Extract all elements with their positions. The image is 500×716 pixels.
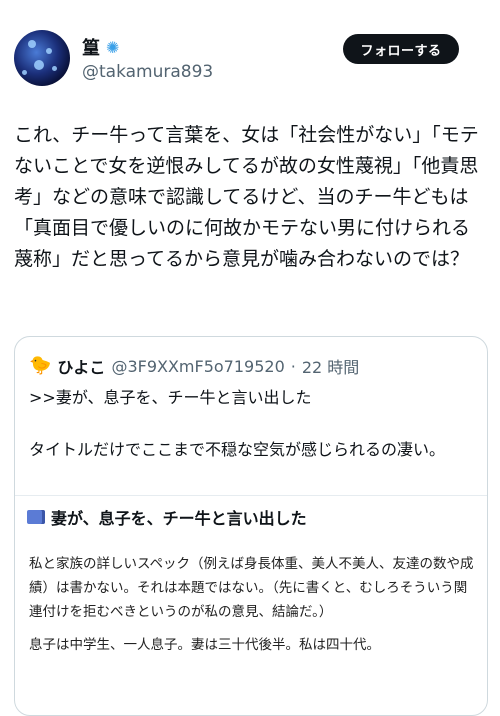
- meta-separator: ·: [290, 356, 296, 376]
- quoted-tweet-text: >>妻が、息子を、チー牛と言い出した タイトルだけでここまで不穏な空気が感じられ…: [29, 388, 446, 459]
- book-icon: [27, 510, 45, 524]
- link-card[interactable]: 妻が、息子を、チー牛と言い出した 私と家族の詳しいスペック（例えば身長体重、美人…: [15, 495, 487, 715]
- quoted-author-name: ひよこ: [57, 358, 106, 377]
- chick-icon: 🐤: [29, 355, 52, 376]
- link-card-title-row: 妻が、息子を、チー牛と言い出した: [27, 505, 307, 529]
- quoted-author-handle: @3F9XXmF5o719520: [111, 356, 285, 376]
- author-handle[interactable]: @takamura893: [82, 62, 213, 82]
- author-avatar[interactable]: [14, 30, 70, 86]
- quoted-tweet-header: 🐤 ひよこ @3F9XXmF5o719520 · 22 時間: [29, 354, 359, 378]
- tweet-text: これ、チー牛って言葉を、女は「社会性がない」「モテないことで女を逆恨みしてるが故…: [14, 124, 479, 270]
- link-card-title: 妻が、息子を、チー牛と言い出した: [51, 509, 307, 528]
- link-card-paragraph: 息子は中学生、一人息子。妻は三十代後半。私は四十代。: [29, 637, 380, 653]
- author-name-row: 篁 ✺: [82, 34, 119, 60]
- jellyfish-icon: ✺: [106, 37, 120, 57]
- link-card-paragraph: 私と家族の詳しいスペック（例えば身長体重、美人不美人、友達の数や成績）は書かない…: [29, 556, 474, 620]
- author-display-name[interactable]: 篁: [82, 34, 100, 60]
- quoted-timestamp: 22 時間: [301, 358, 360, 377]
- quoted-tweet[interactable]: 🐤 ひよこ @3F9XXmF5o719520 · 22 時間 >>妻が、息子を、…: [14, 336, 488, 716]
- follow-button[interactable]: フォローする: [343, 34, 459, 64]
- link-card-body: 私と家族の詳しいスペック（例えば身長体重、美人不美人、友達の数や成績）は書かない…: [29, 552, 475, 666]
